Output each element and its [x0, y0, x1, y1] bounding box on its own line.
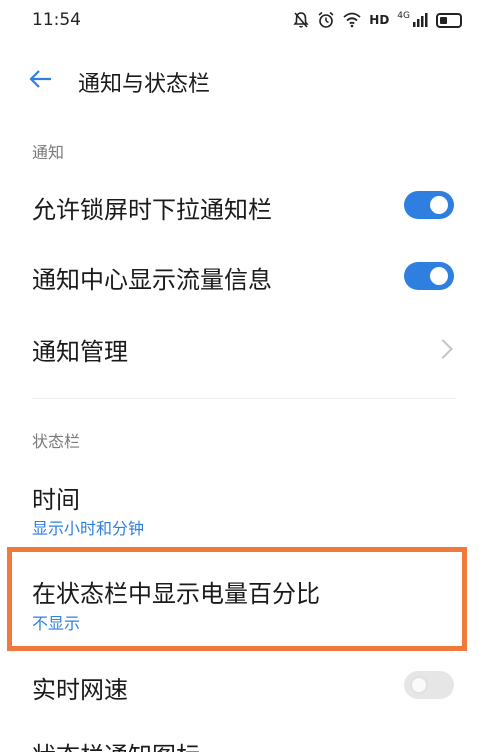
lockscreen-pulldown-toggle[interactable] [404, 191, 454, 219]
back-arrow-icon[interactable] [28, 66, 54, 92]
toggle-knob [410, 676, 428, 694]
bell-muted-icon [293, 12, 309, 28]
row-realtime-speed[interactable]: 实时网速 [0, 660, 500, 716]
toggle-knob [430, 267, 448, 285]
section-label-status-bar: 状态栏 [32, 432, 81, 451]
section-label-notifications: 通知 [32, 143, 65, 162]
status-bar: 11:54 HD 4G [0, 0, 500, 44]
row-status-bar-icons[interactable]: 状态栏通知图标 [0, 730, 500, 752]
highlight-box [7, 547, 467, 651]
battery-icon [436, 12, 462, 28]
realtime-speed-toggle[interactable] [404, 671, 454, 699]
row-label: 时间 [32, 486, 80, 514]
row-traffic-info[interactable]: 通知中心显示流量信息 [0, 248, 500, 304]
alarm-icon [318, 11, 334, 28]
row-notification-management[interactable]: 通知管理 [0, 320, 500, 376]
section-divider [32, 398, 456, 399]
row-time[interactable]: 时间 显示小时和分钟 [0, 470, 500, 540]
row-lockscreen-pulldown[interactable]: 允许锁屏时下拉通知栏 [0, 180, 500, 236]
wifi-icon [343, 12, 361, 28]
toggle-knob [430, 196, 448, 214]
row-label: 状态栏通知图标 [32, 736, 200, 752]
status-icons: HD 4G [293, 10, 462, 30]
row-label: 通知管理 [32, 338, 128, 366]
traffic-info-toggle[interactable] [404, 262, 454, 290]
status-time: 11:54 [32, 10, 81, 30]
row-label: 实时网速 [32, 676, 128, 704]
row-label: 允许锁屏时下拉通知栏 [32, 196, 272, 224]
hd-indicator: HD [369, 13, 390, 27]
network-type: 4G [397, 11, 410, 21]
row-value: 显示小时和分钟 [32, 519, 145, 538]
chevron-right-icon [433, 339, 453, 359]
row-label: 通知中心显示流量信息 [32, 266, 272, 294]
page-header: 通知与状态栏 [0, 60, 500, 104]
page-title: 通知与状态栏 [78, 72, 211, 97]
signal-icon [413, 13, 428, 27]
